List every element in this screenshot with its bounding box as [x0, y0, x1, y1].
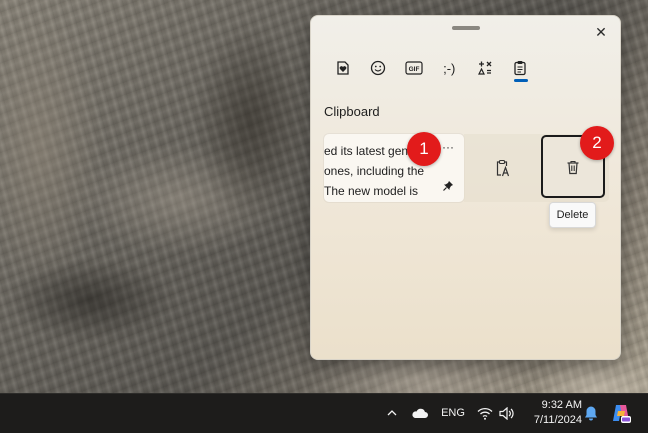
section-title: Clipboard	[324, 104, 380, 119]
chevron-up-icon	[387, 410, 397, 416]
volume-button[interactable]	[496, 403, 516, 423]
gif-icon: GIF	[405, 61, 423, 75]
taskbar: ENG 9:32 AM 7/11/2024	[0, 393, 648, 433]
network-button[interactable]	[475, 403, 495, 423]
bell-icon	[585, 406, 597, 421]
smiley-icon	[371, 60, 386, 76]
kaomoji-icon: ;-)	[443, 60, 456, 76]
wifi-icon	[477, 407, 493, 420]
notifications-button[interactable]	[582, 403, 600, 423]
tab-gif[interactable]: GIF	[396, 52, 432, 84]
step-marker-2: 2	[580, 126, 614, 160]
heart-note-icon	[337, 61, 349, 75]
clip-line: The new model is	[324, 184, 419, 198]
tab-symbols[interactable]	[467, 52, 503, 84]
step-marker-1: 1	[407, 132, 441, 166]
tab-favorites[interactable]	[325, 52, 361, 84]
pin-icon	[443, 181, 453, 191]
paste-as-text-button[interactable]	[464, 134, 541, 202]
more-options-button[interactable]: ···	[442, 140, 454, 154]
taskbar-clock[interactable]: 9:32 AM 7/11/2024	[522, 398, 582, 428]
clock-time: 9:32 AM	[541, 399, 582, 411]
copilot-icon	[613, 405, 631, 423]
tab-emoji[interactable]	[361, 52, 397, 84]
close-button[interactable]: ✕	[590, 21, 612, 43]
copilot-button[interactable]	[609, 401, 633, 425]
cloud-icon	[412, 408, 428, 418]
show-hidden-icons-button[interactable]	[383, 404, 401, 422]
clipboard-panel: ✕ GIF ;-) Clipboard ed its latest gen on…	[310, 15, 621, 360]
pin-button[interactable]	[442, 179, 454, 197]
symbols-icon	[477, 61, 492, 75]
close-icon: ✕	[595, 23, 607, 40]
panel-tabs: GIF ;-)	[325, 52, 538, 84]
delete-tooltip: Delete	[549, 202, 596, 228]
tab-clipboard[interactable]	[503, 52, 539, 84]
svg-text:GIF: GIF	[408, 66, 419, 73]
onedrive-button[interactable]	[409, 404, 431, 422]
clipboard-item[interactable]: ed its latest gen ones, including the Th…	[324, 134, 464, 202]
tab-kaomoji[interactable]: ;-)	[432, 52, 468, 84]
clipboard-icon	[514, 61, 526, 76]
paste-as-text-icon	[496, 159, 509, 177]
trash-icon	[567, 160, 579, 174]
language-indicator[interactable]: ENG	[438, 405, 468, 421]
speaker-icon	[498, 406, 514, 420]
drag-handle[interactable]	[452, 26, 480, 30]
clock-date: 7/11/2024	[533, 414, 582, 426]
